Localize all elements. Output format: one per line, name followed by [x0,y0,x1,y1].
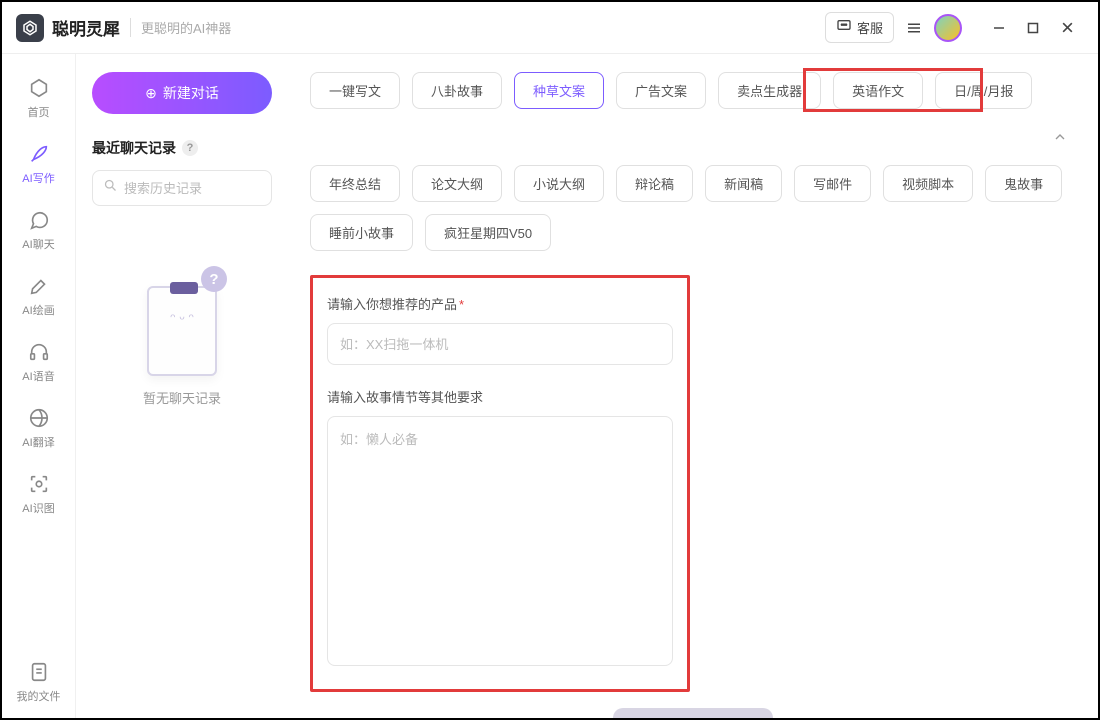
avatar[interactable] [934,14,962,42]
translate-icon [27,406,51,430]
sidebar-item-label: AI语音 [22,368,54,384]
plus-icon: ⊕ [145,85,157,102]
support-button[interactable]: 客服 [825,12,894,43]
category-pill[interactable]: 广告文案 [616,72,706,109]
collapse-button[interactable] [1044,121,1076,153]
sidebar: 首页 AI写作 AI聊天 AI绘画 AI语音 AI翻译 AI识图 我 [2,54,76,718]
sidebar-item-home[interactable]: 首页 [9,68,69,128]
category-pills: 一键写文八卦故事种草文案广告文案卖点生成器英语作文日/周/月报 年终总结论文大纲… [310,72,1076,251]
category-pill[interactable]: 疯狂星期四V50 [425,214,551,251]
category-pill[interactable]: 鬼故事 [985,165,1062,202]
sidebar-item-ai-draw[interactable]: AI绘画 [9,266,69,326]
hamburger-menu-icon[interactable] [904,18,924,38]
requirements-textarea[interactable] [327,416,673,666]
category-pill[interactable]: 写邮件 [794,165,871,202]
sidebar-item-label: AI写作 [22,170,54,186]
empty-state: ᵔ ᵕ ᵔ ? 暂无聊天记录 [92,266,272,407]
app-subtitle: 更聪明的AI神器 [130,18,231,37]
category-pill[interactable]: 八卦故事 [412,72,502,109]
sidebar-item-label: 我的文件 [17,688,61,704]
file-icon [27,660,51,684]
headphones-icon [27,340,51,364]
search-icon [103,178,118,198]
support-label: 客服 [857,18,883,37]
category-pill[interactable]: 小说大纲 [514,165,604,202]
sidebar-item-label: AI聊天 [22,236,54,252]
category-pill[interactable]: 睡前小故事 [310,214,413,251]
history-title: 最近聊天记录 ? [92,138,272,158]
titlebar: 聪明灵犀 更聪明的AI神器 客服 [2,2,1098,54]
search-input[interactable] [124,181,300,196]
app-logo-icon [16,14,44,42]
help-icon[interactable]: ? [182,140,198,156]
category-pill[interactable]: 论文大纲 [412,165,502,202]
sidebar-item-ai-chat[interactable]: AI聊天 [9,200,69,260]
close-button[interactable] [1050,13,1084,43]
category-pill[interactable]: 卖点生成器 [718,72,821,109]
form-panel: 请输入你想推荐的产品* 请输入故事情节等其他要求 [310,275,690,692]
chat-icon [27,208,51,232]
category-pill[interactable]: 种草文案 [514,72,604,109]
output-panel [704,275,1076,692]
maximize-button[interactable] [1016,13,1050,43]
chat-bubble-icon [836,18,852,37]
search-box[interactable] [92,170,272,206]
category-pill[interactable]: 辩论稿 [616,165,693,202]
new-chat-label: 新建对话 [163,83,219,103]
product-label: 请输入你想推荐的产品* [327,294,673,313]
left-panel: ⊕ 新建对话 最近聊天记录 ? ᵔ ᵕ ᵔ ? 暂无聊天记录 [76,54,288,718]
app-title: 聪明灵犀 [52,15,120,40]
brush-icon [27,274,51,298]
empty-illustration: ᵔ ᵕ ᵔ ? [137,266,227,376]
category-pill[interactable]: 新闻稿 [705,165,782,202]
sidebar-item-ai-image[interactable]: AI识图 [9,464,69,524]
sidebar-item-my-files[interactable]: 我的文件 [9,652,69,712]
category-pill[interactable]: 年终总结 [310,165,400,202]
category-pill[interactable]: 一键写文 [310,72,400,109]
new-chat-button[interactable]: ⊕ 新建对话 [92,72,272,114]
home-icon [27,76,51,100]
scan-icon [27,472,51,496]
product-input[interactable] [327,323,673,365]
empty-text: 暂无聊天记录 [143,388,221,407]
sidebar-item-ai-writing[interactable]: AI写作 [9,134,69,194]
category-pill[interactable]: 英语作文 [833,72,923,109]
sidebar-item-label: 首页 [28,104,50,120]
sidebar-item-label: AI识图 [22,500,54,516]
category-pill[interactable]: 视频脚本 [883,165,973,202]
category-pill[interactable]: 日/周/月报 [935,72,1032,109]
generate-button[interactable]: 开始生成 [613,708,773,718]
content-area: 一键写文八卦故事种草文案广告文案卖点生成器英语作文日/周/月报 年终总结论文大纲… [288,54,1098,718]
feather-icon [27,142,51,166]
minimize-button[interactable] [982,13,1016,43]
requirements-label: 请输入故事情节等其他要求 [327,387,673,406]
sidebar-item-label: AI翻译 [22,434,54,450]
sidebar-item-label: AI绘画 [22,302,54,318]
sidebar-item-ai-translate[interactable]: AI翻译 [9,398,69,458]
sidebar-item-ai-voice[interactable]: AI语音 [9,332,69,392]
